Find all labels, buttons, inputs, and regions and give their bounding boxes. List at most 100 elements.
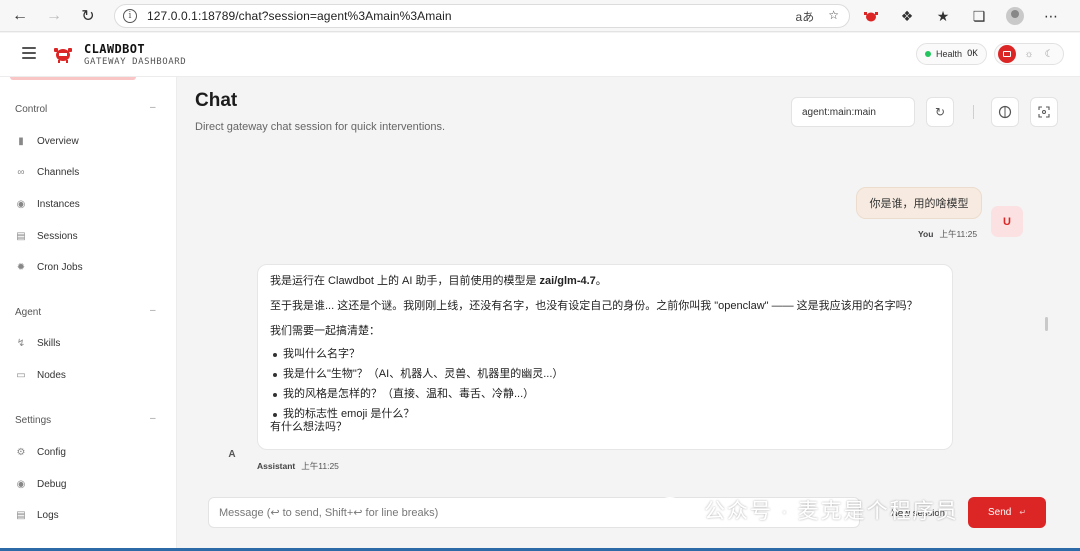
page-title: Chat bbox=[195, 90, 238, 111]
assistant-avatar: A bbox=[228, 448, 236, 460]
bar-chart-icon: ▮ bbox=[18, 135, 24, 147]
hamburger-menu-icon[interactable] bbox=[22, 47, 36, 59]
new-session-button[interactable]: New session bbox=[877, 500, 959, 526]
session-selector[interactable]: agent:main:main bbox=[791, 97, 915, 127]
sidebar-item-label: Overview bbox=[37, 135, 79, 147]
list-item: 我的风格是怎样的？（直接、温和、毒舌、冷静...） bbox=[270, 387, 940, 402]
toolbar-divider bbox=[973, 105, 974, 119]
monitor-icon: ▭ bbox=[16, 369, 26, 381]
info-icon[interactable]: i bbox=[123, 9, 137, 23]
collapse-settings-icon[interactable]: – bbox=[150, 413, 156, 424]
gear-icon: ⚙ bbox=[16, 446, 26, 458]
url-text: 127.0.0.1:18789/chat?session=agent%3Amai… bbox=[147, 9, 452, 23]
assistant-message-bubble: 我是运行在 Clawdbot 上的 AI 助手，目前使用的模型是 zai/glm… bbox=[257, 264, 953, 450]
sidebar-item-sessions[interactable]: ▤ Sessions bbox=[15, 227, 78, 245]
puzzle-extensions-icon[interactable]: ❖ bbox=[896, 5, 918, 27]
section-title-settings: Settings bbox=[15, 415, 52, 426]
assistant-line-1-text: 我是运行在 Clawdbot 上的 AI 助手，目前使用的模型是 bbox=[270, 275, 540, 287]
assistant-closing: 有什么想法吗？ bbox=[270, 421, 347, 433]
user-message-bubble: 你是谁，用的啥模型 bbox=[856, 187, 982, 219]
sidebar-item-label: Debug bbox=[37, 478, 67, 490]
page-subtitle: Direct gateway chat session for quick in… bbox=[195, 121, 446, 133]
browser-toolbar: ← → ↻ i 127.0.0.1:18789/chat?session=age… bbox=[0, 0, 1080, 32]
list-item: 我的标志性 emoji 是什么？ bbox=[270, 407, 940, 422]
assistant-bullet-list: 我叫什么名字？ 我是什么"生物"？（AI、机器人、灵兽、机器里的幽灵...） 我… bbox=[270, 347, 940, 422]
sidebar-item-label: Config bbox=[37, 446, 66, 458]
lightning-icon: ↯ bbox=[16, 337, 26, 349]
user-avatar: U bbox=[991, 206, 1023, 237]
refresh-button[interactable]: ↻ bbox=[926, 97, 954, 127]
theme-toggle[interactable]: ☼ ☾ bbox=[994, 43, 1064, 65]
sidebar-item-label: Logs bbox=[37, 509, 59, 521]
more-menu-icon[interactable]: ⋯ bbox=[1040, 5, 1062, 27]
sidebar-item-logs[interactable]: ▤ Logs bbox=[15, 506, 59, 524]
sidebar-item-skills[interactable]: ↯ Skills bbox=[15, 334, 61, 352]
health-label: Health bbox=[936, 49, 963, 59]
dark-theme-icon[interactable]: ☾ bbox=[1042, 49, 1056, 60]
chat-scrollbar[interactable] bbox=[1045, 317, 1048, 331]
sidebar-item-cron-jobs[interactable]: ✹ Cron Jobs bbox=[15, 258, 83, 276]
fullscreen-button[interactable] bbox=[1030, 97, 1058, 127]
send-button[interactable]: Send ↵ bbox=[968, 497, 1046, 528]
user-sender-name: You bbox=[918, 229, 934, 239]
address-bar[interactable]: i 127.0.0.1:18789/chat?session=agent%3Am… bbox=[114, 4, 850, 28]
active-item-indicator bbox=[10, 77, 136, 80]
sidebar-item-label: Instances bbox=[37, 198, 80, 210]
main-content: Chat Direct gateway chat session for qui… bbox=[177, 77, 1080, 551]
assistant-line-3: 我们需要一起搞清楚： bbox=[270, 325, 380, 337]
send-label: Send bbox=[987, 507, 1012, 518]
health-value: OK bbox=[967, 49, 978, 59]
sidebar-item-label: Nodes bbox=[37, 369, 66, 381]
section-title-control: Control bbox=[15, 104, 48, 115]
signal-icon: ◉ bbox=[16, 198, 26, 210]
read-aloud-icon[interactable]: aあ bbox=[796, 8, 815, 25]
refresh-icon: ↻ bbox=[934, 105, 946, 119]
assistant-line-2: 至于我是谁... 这还是个谜。我刚刚上线，还没有名字，也没有设定自己的身份。之前… bbox=[270, 300, 918, 312]
collapse-control-icon[interactable]: – bbox=[150, 102, 156, 113]
reload-icon[interactable]: ↻ bbox=[74, 2, 102, 30]
focus-toggle-button[interactable] bbox=[991, 97, 1019, 127]
profile-avatar[interactable] bbox=[1004, 5, 1026, 27]
bug-icon: ◉ bbox=[16, 478, 26, 490]
extension-crab-icon[interactable] bbox=[860, 5, 882, 27]
sidebar-item-instances[interactable]: ◉ Instances bbox=[15, 195, 80, 213]
assistant-message-time: 上午11:25 bbox=[301, 461, 339, 471]
assistant-line-1-suffix: 。 bbox=[595, 275, 607, 287]
sidebar-item-nodes[interactable]: ▭ Nodes bbox=[15, 366, 66, 384]
message-input[interactable]: Message (↩ to send, Shift+↩ for line bre… bbox=[208, 497, 860, 528]
assistant-sender-name: Assistant bbox=[257, 461, 296, 471]
brand-title: CLAWDBOT bbox=[84, 42, 145, 56]
forward-arrow-icon[interactable]: → bbox=[40, 2, 68, 30]
list-item: 我是什么"生物"？（AI、机器人、灵兽、机器里的幽灵...） bbox=[270, 367, 940, 382]
assistant-line-1: 我是运行在 Clawdbot 上的 AI 助手，目前使用的模型是 zai/glm… bbox=[270, 274, 940, 289]
user-message-meta: You 上午11:25 bbox=[918, 228, 977, 240]
enter-key-icon: ↵ bbox=[1019, 508, 1027, 517]
link-icon: ∞ bbox=[17, 166, 25, 178]
back-arrow-icon[interactable]: ← bbox=[6, 2, 34, 30]
light-theme-icon[interactable]: ☼ bbox=[1022, 49, 1036, 60]
collections-icon[interactable]: ❏ bbox=[968, 5, 990, 27]
system-theme-icon[interactable] bbox=[998, 45, 1016, 63]
clawdbot-logo-icon bbox=[54, 48, 72, 63]
sidebar-item-label: Cron Jobs bbox=[37, 261, 83, 273]
favorites-icon[interactable]: ★ bbox=[932, 5, 954, 27]
sidebar-item-label: Sessions bbox=[37, 230, 78, 242]
collapse-agent-icon[interactable]: – bbox=[150, 305, 156, 316]
scan-focus-icon bbox=[1038, 106, 1050, 118]
user-message-time: 上午11:25 bbox=[939, 229, 978, 239]
sidebar-item-label: Skills bbox=[37, 337, 61, 349]
sidebar-item-overview[interactable]: ▮ Overview bbox=[15, 132, 79, 150]
favorite-star-icon[interactable]: ☆ bbox=[828, 8, 839, 25]
loader-icon: ✹ bbox=[16, 261, 26, 273]
sidebar: Control – ▮ Overview ∞ Channels ◉ Instan… bbox=[0, 77, 177, 551]
brain-icon bbox=[998, 105, 1012, 119]
sidebar-item-debug[interactable]: ◉ Debug bbox=[15, 475, 67, 493]
health-dot-icon bbox=[925, 51, 931, 57]
assistant-message-meta: Assistant 上午11:25 bbox=[257, 460, 339, 472]
model-name: zai/glm-4.7 bbox=[539, 275, 596, 287]
section-title-agent: Agent bbox=[15, 307, 42, 318]
app-header: CLAWDBOT GATEWAY DASHBOARD Health OK ☼ ☾ bbox=[0, 33, 1080, 77]
sidebar-item-channels[interactable]: ∞ Channels bbox=[15, 163, 79, 181]
sidebar-item-config[interactable]: ⚙ Config bbox=[15, 443, 66, 461]
list-item: 我叫什么名字？ bbox=[270, 347, 940, 362]
